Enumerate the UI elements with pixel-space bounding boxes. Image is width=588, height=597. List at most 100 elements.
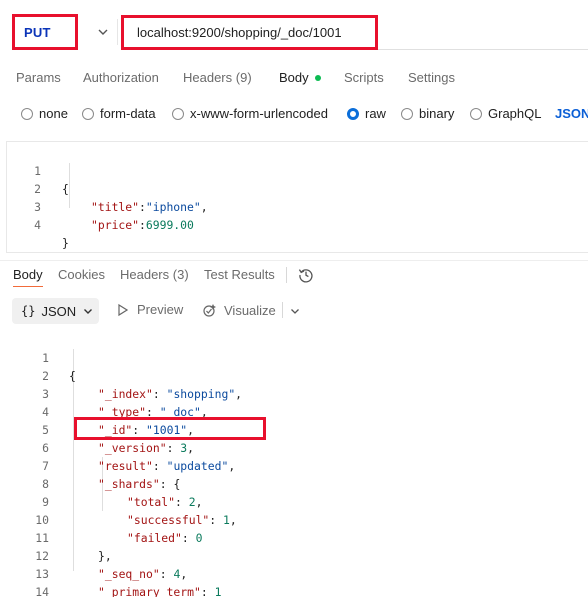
tab-params[interactable]: Params [16,70,61,85]
radio-raw-label: raw [365,106,386,121]
radio-graphql-label: GraphQL [488,106,542,121]
json-key: "_version" [98,441,167,455]
tab-authorization[interactable]: Authorization [83,70,159,85]
preview-button[interactable]: Preview [116,302,183,317]
result-highlight-box [74,417,266,440]
json-string: "iphone" [145,200,201,214]
tab-response-cookies[interactable]: Cookies [58,267,105,282]
indent-guide [69,163,70,208]
json-key: "_primary_term" [98,585,201,597]
json-key: "result" [98,459,153,473]
code-token: "_seq_no": 4, [98,567,188,581]
json-key: "_index" [98,387,153,401]
code-token: "title":"iphone", [91,200,208,214]
url-underline [378,49,588,50]
code-token: }, [98,549,112,563]
url-input[interactable]: localhost:9200/shopping/_doc/1001 [121,15,378,50]
chevron-down-icon[interactable] [96,25,110,39]
radio-graphql[interactable]: GraphQL [470,106,541,121]
radio-circle [470,107,482,120]
tab-scripts[interactable]: Scripts [344,70,384,85]
radio-form-data[interactable]: form-data [82,106,156,121]
visualize-icon [203,304,216,317]
method-url-divider [117,19,118,45]
line-number: 8 [42,477,49,491]
json-key: "title" [91,200,140,214]
radio-circle [21,107,33,120]
line-number: 1 [42,351,49,365]
code-token: "successful": 1, [127,513,237,527]
active-tab-underline [13,286,43,287]
response-separator [0,260,588,261]
tab-response-headers-label: Headers [120,267,170,282]
line-number: 11 [35,531,49,545]
tab-response-headers-count: (3) [172,267,189,282]
code-line: 2 "_index": "shopping", [0,349,242,401]
tab-test-results[interactable]: Test Results [204,267,275,282]
visualize-button[interactable]: Visualize [202,302,276,318]
radio-circle [401,107,413,120]
response-format-label: JSON [41,303,77,319]
json-key: "_shards" [98,477,160,491]
line-number: 9 [42,495,49,509]
method-selector[interactable]: PUT [12,14,78,50]
json-number: 1 [214,585,222,597]
code-token: } [62,236,69,250]
json-key: "price" [91,218,140,232]
line-number: 4 [42,405,49,419]
line-number: 12 [35,549,49,563]
tab-headers-label: Headers [183,70,233,85]
tab-response-body[interactable]: Body [13,267,43,282]
json-key: "_seq_no" [98,567,160,581]
radio-binary[interactable]: binary [401,106,454,121]
method-label: PUT [24,24,51,40]
response-body-viewer[interactable]: 1 { 2 "_index": "shopping", 3 "_type": "… [0,331,588,597]
code-line: 12 "_seq_no": 4, [0,529,187,581]
line-number: 10 [35,513,49,527]
radio-raw[interactable]: raw [347,106,386,121]
code-token: { [62,182,69,196]
code-token: "_shards": { [98,477,181,491]
body-format-dropdown[interactable]: JSON [555,106,588,121]
json-key: "successful" [127,513,210,527]
request-bar: PUT localhost:9200/shopping/_doc/1001 [12,14,588,50]
radio-urlencoded-label: x-www-form-urlencoded [190,106,328,121]
json-number: 0 [195,531,203,545]
chevron-down-icon[interactable] [289,305,301,317]
url-text: localhost:9200/shopping/_doc/1001 [137,25,342,40]
code-line: 1 { [7,144,69,196]
radio-circle [172,107,184,120]
code-token: "total": 2, [127,495,203,509]
radio-none[interactable]: none [21,106,68,121]
history-icon[interactable] [297,266,315,284]
toolbar-divider [282,302,283,318]
code-line: 10 "failed": 0 [0,493,202,545]
code-line: 3 "price":6999.00 [7,180,194,232]
tab-settings[interactable]: Settings [408,70,455,85]
radio-circle [82,107,94,120]
tab-body[interactable]: Body [279,70,321,85]
response-format-dropdown[interactable]: {} JSON [12,298,99,324]
json-number: 6999.00 [145,218,194,232]
code-token: { [69,369,76,383]
line-number: 7 [42,459,49,473]
radio-none-label: none [39,106,68,121]
tab-response-headers[interactable]: Headers (3) [120,267,189,282]
code-line: 6 "result": "updated", [0,421,235,473]
json-string: "updated" [166,459,229,473]
json-number: 1 [223,513,230,527]
code-token: "_primary_term": 1 [98,585,222,597]
code-line: 7 "_shards": { [0,439,180,491]
tab-headers[interactable]: Headers (9) [183,70,252,85]
code-token: "failed": 0 [127,531,203,545]
request-body-editor[interactable]: 1 { 2 "title":"iphone", 3 "price":6999.0… [6,141,588,253]
json-format-icon: {} [21,304,36,318]
code-line: 13 "_primary_term": 1 [0,547,221,597]
code-line: 5 "_version": 3, [0,403,194,455]
radio-binary-label: binary [419,106,455,121]
tab-headers-count: (9) [235,70,252,85]
json-key: "total" [127,495,176,509]
code-token: "price":6999.00 [91,218,194,232]
radio-urlencoded[interactable]: x-www-form-urlencoded [172,106,328,121]
play-icon [118,303,129,316]
